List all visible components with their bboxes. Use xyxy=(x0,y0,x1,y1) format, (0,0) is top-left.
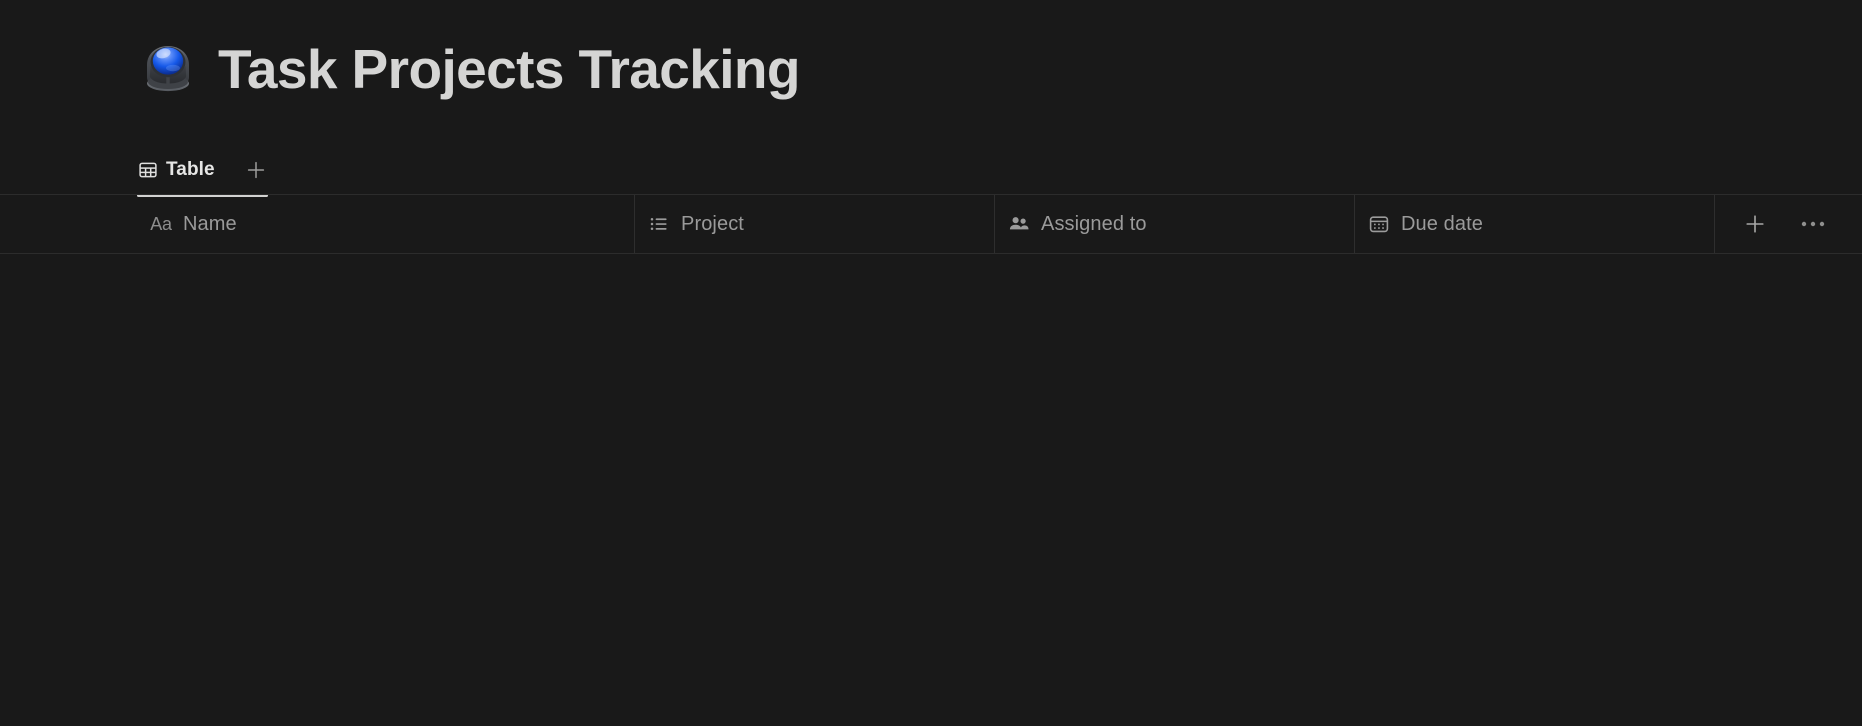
column-header-project-label: Project xyxy=(681,212,744,235)
column-header-due-date-label: Due date xyxy=(1401,212,1483,235)
table-header-row: Aa Name Project Assigned to Due date xyxy=(0,195,1862,254)
notion-database-page: Task Projects Tracking Table Aa Name Pro… xyxy=(0,0,1862,726)
page-title[interactable]: Task Projects Tracking xyxy=(218,38,800,100)
calendar-icon xyxy=(1368,213,1390,235)
tab-table-label: Table xyxy=(166,159,215,180)
list-bullet-icon xyxy=(648,213,670,235)
table-more-options-button[interactable] xyxy=(1796,207,1830,241)
aa-text-icon: Aa xyxy=(150,213,172,235)
plus-icon xyxy=(245,159,267,181)
add-column-button[interactable] xyxy=(1738,207,1772,241)
column-header-assigned-to-label: Assigned to xyxy=(1041,212,1147,235)
tab-table[interactable]: Table xyxy=(128,148,225,192)
aa-glyph: Aa xyxy=(150,214,172,234)
ellipsis-icon xyxy=(1800,219,1826,229)
add-view-button[interactable] xyxy=(239,153,273,187)
column-header-assigned-to[interactable]: Assigned to xyxy=(995,195,1354,253)
page-header: Task Projects Tracking xyxy=(138,30,800,108)
table-body[interactable] xyxy=(0,254,1862,726)
column-header-name[interactable]: Aa Name xyxy=(137,195,634,253)
column-header-due-date[interactable]: Due date xyxy=(1355,195,1714,253)
trackball-emoji[interactable] xyxy=(138,39,198,99)
table-grid-icon xyxy=(138,160,158,180)
plus-icon xyxy=(1743,212,1767,236)
view-tabs: Table xyxy=(138,148,273,192)
column-header-project[interactable]: Project xyxy=(635,195,994,253)
column-header-name-label: Name xyxy=(183,212,237,235)
people-icon xyxy=(1008,213,1030,235)
table-header-actions xyxy=(1715,195,1830,253)
